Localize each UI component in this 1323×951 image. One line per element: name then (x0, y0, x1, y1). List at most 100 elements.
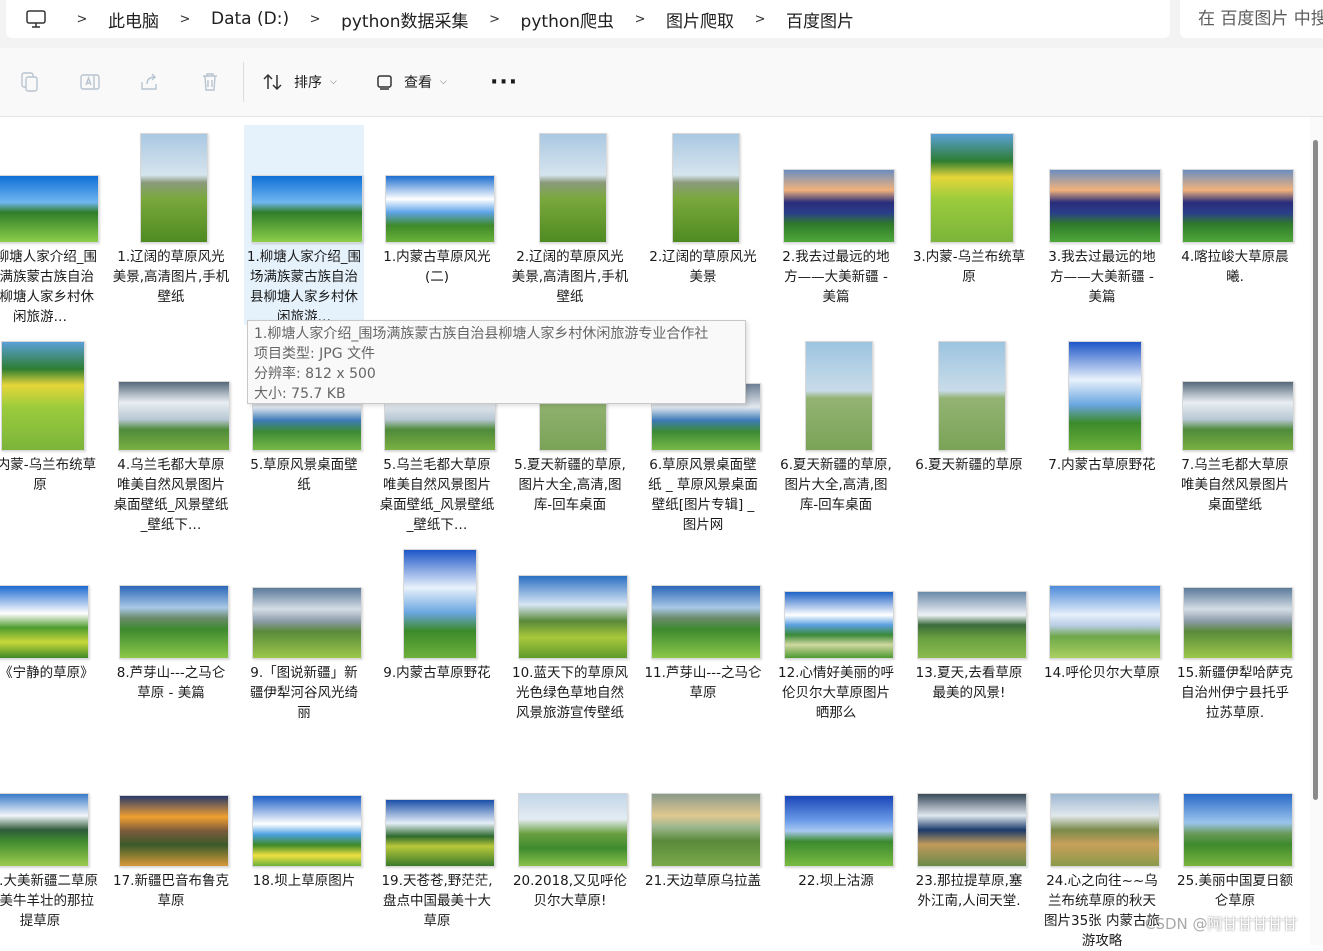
share-icon[interactable] (138, 70, 162, 94)
toolbar-divider (243, 62, 244, 102)
file-item[interactable]: 12.心情好美丽的呼伦贝尔大草原图片晒那么 (776, 541, 896, 741)
chevron-right-icon[interactable]: > (620, 12, 660, 27)
file-item[interactable]: 8.《宁静的草原》 (0, 541, 100, 741)
crumb-baidu-images[interactable]: 百度图片 (780, 7, 860, 32)
file-name: 6.草原风景桌面壁纸 _ 草原风景桌面壁纸[图片专辑] _ 图片网 (648, 457, 758, 533)
file-name: 5.草原风景桌面壁纸 (250, 457, 358, 493)
file-name: 1.柳塘人家介绍_围场满族蒙古族自治县柳塘人家乡村休闲旅游… (246, 249, 362, 325)
file-item[interactable]: 1.柳塘人家介绍_围场满族蒙古族自治县柳塘人家乡村休闲旅游… (0, 125, 100, 325)
file-thumbnail (1182, 381, 1294, 451)
file-item[interactable]: 21.天边草原乌拉盖 (643, 749, 763, 949)
file-item[interactable]: 1.柳塘人家介绍_围场满族蒙古族自治县柳塘人家乡村休闲旅游… (244, 125, 364, 325)
chevron-down-icon: ⌵ (440, 77, 447, 87)
file-name: 24.心之向往~~乌兰布统草原的秋天图片35张 内蒙古旅游攻略 (1044, 873, 1160, 949)
file-item[interactable]: 4.喀拉峻大草原晨曦. (1175, 125, 1295, 325)
file-thumbnail (1183, 793, 1293, 867)
this-pc-icon[interactable] (24, 7, 48, 31)
tooltip-resolution: 分辨率: 812 x 500 (254, 366, 376, 382)
file-item[interactable]: 6.夏天新疆的草原,图片大全,高清,图库-回车桌面 (776, 333, 896, 533)
rename-icon[interactable] (78, 70, 102, 94)
file-name: 17.新疆巴音布鲁克草原 (113, 873, 229, 909)
file-thumbnail (518, 793, 628, 867)
file-name: 25.美丽中国夏日额仑草原 (1177, 873, 1293, 909)
crumb-python-spider[interactable]: python爬虫 (515, 7, 620, 32)
file-item[interactable]: 4.乌兰毛都大草原唯美自然风景图片桌面壁纸_风景壁纸_壁纸下… (111, 333, 231, 533)
file-name: 7.内蒙古草原野花 (1048, 457, 1156, 473)
file-thumbnail (539, 133, 607, 243)
file-item[interactable]: 6.夏天新疆的草原 (909, 333, 1029, 533)
file-grid: 1.柳塘人家介绍_围场满族蒙古族自治县柳塘人家乡村休闲旅游…1.辽阔的草原风光美… (0, 117, 1310, 949)
file-thumbnail (1183, 587, 1293, 659)
file-item[interactable]: 2.辽阔的草原风光美景,高清图片,手机壁纸 (510, 125, 630, 325)
file-item[interactable]: 8.芦芽山---之马仑草原 - 美篇 (111, 541, 231, 741)
delete-icon[interactable] (198, 70, 222, 94)
file-tooltip: 1.柳塘人家介绍_围场满族蒙古族自治县柳塘人家乡村休闲旅游专业合作社 项目类型:… (247, 320, 746, 404)
file-name: 18.坝上草原图片 (252, 873, 356, 889)
scrollbar-thumb[interactable] (1313, 140, 1318, 800)
file-thumbnail (784, 591, 894, 659)
file-item[interactable]: 1.内蒙古草原风光(二) (377, 125, 497, 325)
file-item[interactable]: 9.「图说新疆」新疆伊犁河谷风光绮丽 (244, 541, 364, 741)
address-bar[interactable]: > 此电脑 > Data (D:) > python数据采集 > python爬… (6, 0, 1170, 38)
chevron-right-icon[interactable]: > (165, 12, 205, 27)
file-item[interactable]: 24.心之向往~~乌兰布统草原的秋天图片35张 内蒙古旅游攻略 (1042, 749, 1162, 949)
file-thumbnail (784, 795, 894, 867)
file-item[interactable]: 1.辽阔的草原风光美景,高清图片,手机壁纸 (111, 125, 231, 325)
file-name: 1.辽阔的草原风光美景,高清图片,手机壁纸 (112, 249, 230, 305)
chevron-right-icon[interactable]: > (62, 12, 102, 27)
command-bar: 排序 ⌵ 查看 ⌵ ··· (0, 48, 1323, 117)
file-item[interactable]: 23.那拉提草原,塞外江南,人间天堂. (909, 749, 1029, 949)
file-thumbnail (252, 795, 362, 867)
chevron-right-icon[interactable]: > (740, 12, 780, 27)
file-name: 3.内蒙-乌兰布统草原 (912, 249, 1026, 285)
view-icon (377, 75, 392, 90)
search-input[interactable] (1180, 0, 1323, 38)
crumb-this-pc[interactable]: 此电脑 (102, 7, 165, 32)
file-item[interactable]: 19.天苍苍,野茫茫,盘点中国最美十大草原 (377, 749, 497, 949)
file-thumbnail (0, 793, 89, 867)
file-item[interactable]: 17.新疆巴音布鲁克草原 (111, 749, 231, 949)
file-item[interactable]: 9.内蒙古草原野花 (377, 541, 497, 741)
file-item[interactable]: 3.内蒙-乌兰布统草原 (909, 125, 1029, 325)
file-item[interactable]: 3.内蒙-乌兰布统草原 (0, 333, 100, 533)
file-item[interactable]: 7.内蒙古草原野花 (1042, 333, 1162, 533)
file-item[interactable]: 22.坝上沽源 (776, 749, 896, 949)
file-thumbnail (0, 585, 89, 659)
file-item[interactable]: 20.2018,又见呼伦贝尔大草原! (510, 749, 630, 949)
search-box[interactable] (1180, 0, 1323, 38)
file-thumbnail (1049, 169, 1161, 243)
crumb-drive-d[interactable]: Data (D:) (205, 9, 295, 29)
file-thumbnail (805, 341, 873, 451)
sort-button[interactable]: 排序 ⌵ (262, 72, 337, 92)
view-button[interactable]: 查看 ⌵ (376, 72, 447, 92)
file-name: 13.夏天,去看草原最美的风景! (915, 665, 1023, 701)
crumb-image-crawl[interactable]: 图片爬取 (660, 7, 740, 32)
sort-icon (263, 73, 282, 91)
sort-label: 排序 (294, 75, 322, 91)
file-item[interactable]: 3.我去过最远的地方——大美新疆 - 美篇 (1042, 125, 1162, 325)
tooltip-size: 大小: 75.7 KB (254, 386, 346, 402)
watermark: CSDN @阿甘甘甘甘甘 (1145, 913, 1298, 934)
file-item[interactable]: 10.蓝天下的草原风光色绿色草地自然风景旅游宣传壁纸 (510, 541, 630, 741)
more-options-button[interactable]: ··· (490, 70, 518, 95)
file-item[interactable]: 2.我去过最远的地方——大美新疆 - 美篇 (776, 125, 896, 325)
file-thumbnail (1, 341, 85, 451)
file-thumbnail (1049, 585, 1161, 659)
file-item[interactable]: 18.坝上草原图片 (244, 749, 364, 949)
file-thumbnail (0, 175, 99, 243)
file-thumbnail (385, 799, 495, 867)
file-name: 2.辽阔的草原风光美景,高清图片,手机壁纸 (511, 249, 629, 305)
file-item[interactable]: 14.呼伦贝尔大草原 (1042, 541, 1162, 741)
file-item[interactable]: 15.新疆伊犁哈萨克自治州伊宁县托乎拉苏草原. (1175, 541, 1295, 741)
file-thumbnail (140, 133, 208, 243)
file-item[interactable]: 16.大美新疆二草原水美牛羊壮的那拉提草原 (0, 749, 100, 949)
chevron-right-icon[interactable]: > (295, 12, 335, 27)
chevron-right-icon[interactable]: > (475, 12, 515, 27)
crumb-python-data[interactable]: python数据采集 (335, 7, 474, 32)
file-item[interactable]: 13.夏天,去看草原最美的风景! (909, 541, 1029, 741)
file-item[interactable]: 7.乌兰毛都大草原唯美自然风景图片桌面壁纸 (1175, 333, 1295, 533)
file-item[interactable]: 2.辽阔的草原风光美景 (643, 125, 763, 325)
watermark-user: 阿甘甘甘甘甘 (1207, 915, 1298, 933)
copy-icon[interactable] (18, 70, 42, 94)
file-item[interactable]: 11.芦芽山---之马仑草原 (643, 541, 763, 741)
